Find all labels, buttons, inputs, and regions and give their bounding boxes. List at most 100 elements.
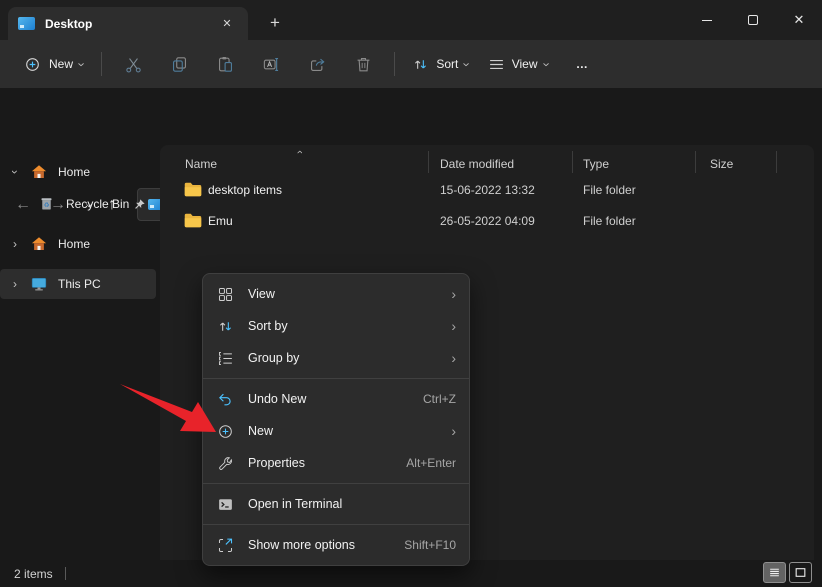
column-resize-handle[interactable] bbox=[695, 151, 696, 173]
minimize-button[interactable] bbox=[684, 0, 730, 40]
sidebar-item-label: Home bbox=[58, 237, 156, 251]
rename-icon bbox=[262, 55, 281, 74]
submenu-chevron-icon: › bbox=[451, 423, 456, 439]
share-button[interactable] bbox=[298, 48, 336, 80]
chevron-down-icon: › bbox=[76, 62, 89, 66]
column-resize-handle[interactable] bbox=[428, 151, 429, 173]
plus-circle-icon bbox=[216, 422, 235, 441]
paste-button[interactable] bbox=[206, 48, 244, 80]
sort-button-label: Sort bbox=[436, 57, 458, 71]
menu-item-view[interactable]: View › bbox=[203, 278, 469, 310]
rename-button[interactable] bbox=[252, 48, 290, 80]
large-icons-view-button[interactable] bbox=[789, 562, 812, 583]
file-explorer-window: Desktop ✕ + ✕ New › bbox=[0, 0, 822, 587]
view-button[interactable]: View › bbox=[479, 50, 558, 79]
menu-item-properties[interactable]: Properties Alt+Enter bbox=[203, 447, 469, 479]
chevron-down-icon: › bbox=[540, 62, 553, 66]
menu-item-label: Properties bbox=[248, 456, 406, 470]
file-name: desktop items bbox=[208, 183, 282, 197]
toolbar-divider bbox=[394, 52, 395, 76]
new-tab-button[interactable]: + bbox=[262, 10, 288, 36]
wrench-icon bbox=[216, 454, 235, 473]
maximize-icon bbox=[748, 15, 758, 25]
menu-item-group-by[interactable]: Group by › bbox=[203, 342, 469, 374]
home-icon bbox=[30, 235, 48, 253]
details-view-button[interactable] bbox=[763, 562, 786, 583]
chevron-collapsed-icon[interactable]: › bbox=[8, 237, 22, 251]
view-lines-icon bbox=[488, 56, 505, 73]
sidebar-item-this-pc[interactable]: › This PC bbox=[0, 269, 156, 299]
tab-title: Desktop bbox=[45, 17, 216, 31]
menu-item-open-in-terminal[interactable]: Open in Terminal bbox=[203, 488, 469, 520]
sidebar-item-label: Home bbox=[58, 165, 156, 179]
sidebar-item-home-2[interactable]: › Home bbox=[0, 229, 156, 259]
submenu-chevron-icon: › bbox=[451, 286, 456, 302]
menu-item-sort-by[interactable]: Sort by › bbox=[203, 310, 469, 342]
copy-button[interactable] bbox=[160, 48, 198, 80]
show-more-options-icon bbox=[216, 536, 235, 555]
close-button[interactable]: ✕ bbox=[776, 0, 822, 40]
context-menu: View › Sort by › Group by › Undo New Ctr… bbox=[202, 273, 470, 566]
tab-close-icon[interactable]: ✕ bbox=[216, 13, 238, 35]
sidebar-item-home[interactable]: › Home bbox=[0, 157, 156, 187]
status-divider bbox=[65, 567, 66, 580]
file-type: File folder bbox=[583, 214, 636, 228]
new-button[interactable]: New › bbox=[14, 49, 93, 80]
menu-item-new[interactable]: New › bbox=[203, 415, 469, 447]
menu-item-label: New bbox=[248, 424, 451, 438]
menu-divider bbox=[203, 483, 469, 484]
window-controls: ✕ bbox=[684, 0, 822, 40]
menu-item-shortcut: Ctrl+Z bbox=[423, 392, 456, 406]
more-options-button[interactable]: … bbox=[576, 57, 590, 71]
sidebar-item-recycle-bin[interactable]: › ♻ Recycle Bin bbox=[0, 189, 156, 219]
menu-item-show-more-options[interactable]: Show more options Shift+F10 bbox=[203, 529, 469, 561]
trash-icon bbox=[354, 55, 373, 74]
file-date-modified: 15-06-2022 13:32 bbox=[440, 183, 535, 197]
view-button-label: View bbox=[512, 57, 538, 71]
large-icons-view-icon bbox=[794, 566, 807, 579]
desktop-icon bbox=[18, 17, 35, 30]
address-row: ← → › ↑ › This PC › Desktop › › Search D… bbox=[0, 88, 822, 145]
menu-item-label: Sort by bbox=[248, 319, 451, 333]
file-name: Emu bbox=[208, 214, 233, 228]
grid-view-icon bbox=[216, 285, 235, 304]
cut-button[interactable] bbox=[114, 48, 152, 80]
view-toggles bbox=[763, 562, 812, 583]
menu-item-shortcut: Shift+F10 bbox=[404, 538, 456, 552]
column-resize-handle[interactable] bbox=[776, 151, 777, 173]
item-count: 2 items bbox=[14, 567, 53, 581]
sort-button[interactable]: Sort › bbox=[403, 50, 478, 79]
scissors-icon bbox=[124, 55, 143, 74]
delete-button[interactable] bbox=[344, 48, 382, 80]
menu-item-label: Group by bbox=[248, 351, 451, 365]
sidebar-item-label: This PC bbox=[58, 277, 156, 291]
menu-item-label: Undo New bbox=[248, 392, 423, 406]
plus-circle-icon bbox=[23, 55, 42, 74]
command-toolbar: New › Sort › View › bbox=[0, 40, 822, 88]
title-bar: Desktop ✕ + ✕ bbox=[0, 0, 822, 40]
maximize-button[interactable] bbox=[730, 0, 776, 40]
sort-ascending-icon: › bbox=[294, 150, 306, 154]
tab-desktop[interactable]: Desktop ✕ bbox=[8, 7, 248, 40]
chevron-expanded-icon[interactable]: › bbox=[8, 165, 22, 179]
submenu-chevron-icon: › bbox=[451, 350, 456, 366]
column-resize-handle[interactable] bbox=[572, 151, 573, 173]
sort-icon bbox=[216, 317, 235, 336]
menu-divider bbox=[203, 378, 469, 379]
chevron-down-icon: › bbox=[461, 62, 474, 66]
copy-icon bbox=[170, 55, 189, 74]
paste-icon bbox=[216, 55, 235, 74]
menu-item-label: Open in Terminal bbox=[248, 497, 456, 511]
file-row-desktop-items[interactable]: desktop items 15-06-2022 13:32 File fold… bbox=[160, 175, 814, 206]
pin-icon bbox=[133, 198, 146, 211]
chevron-collapsed-icon[interactable]: › bbox=[8, 277, 22, 291]
file-row-emu[interactable]: Emu 26-05-2022 04:09 File folder bbox=[160, 206, 814, 237]
submenu-chevron-icon: › bbox=[451, 318, 456, 334]
this-pc-icon bbox=[30, 275, 48, 293]
terminal-icon bbox=[216, 495, 235, 514]
menu-item-undo-new[interactable]: Undo New Ctrl+Z bbox=[203, 383, 469, 415]
sidebar-item-label: Recycle Bin bbox=[66, 197, 133, 211]
folder-icon bbox=[184, 213, 202, 228]
menu-item-label: View bbox=[248, 287, 451, 301]
file-date-modified: 26-05-2022 04:09 bbox=[440, 214, 535, 228]
